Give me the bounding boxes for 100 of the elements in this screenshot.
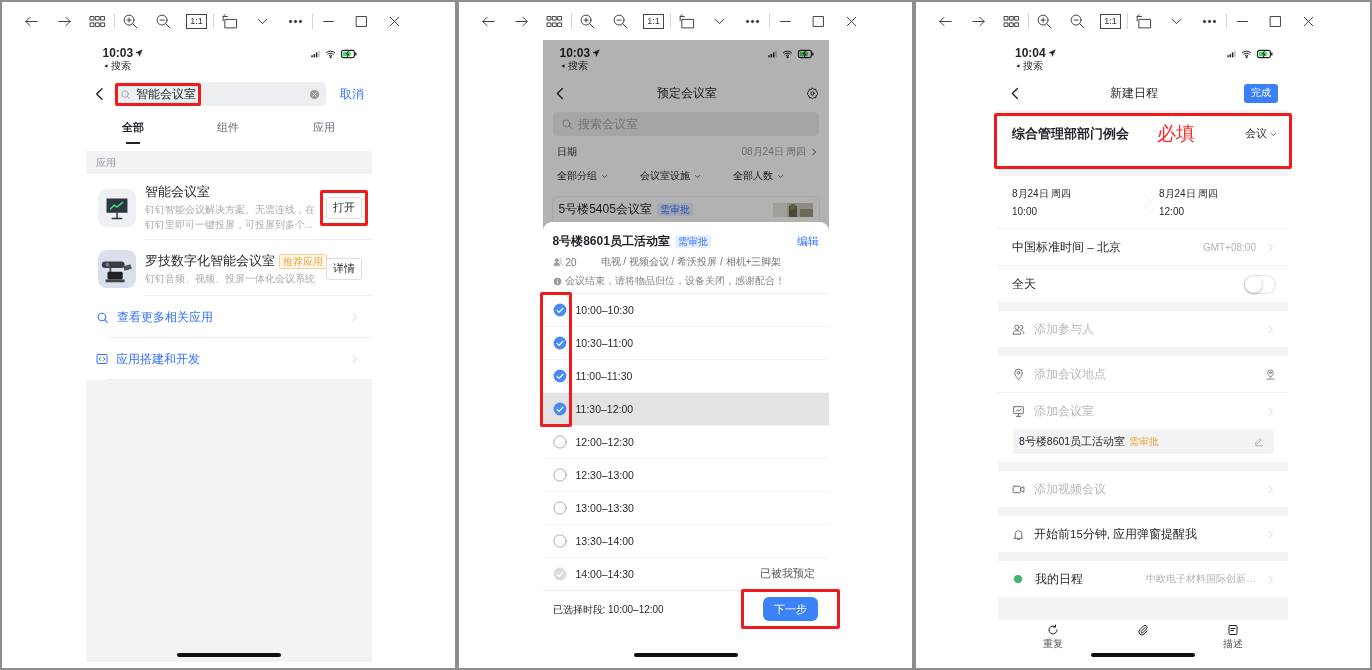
- back-to-app-link[interactable]: 搜索: [567, 60, 588, 72]
- location-arrow-icon: [592, 49, 601, 57]
- next-button[interactable]: 下一步: [762, 597, 818, 621]
- back-triangle-icon: [102, 63, 109, 69]
- page-title: 新建日程: [1109, 84, 1158, 102]
- zoom-in-icon[interactable]: [579, 12, 596, 30]
- room-chip[interactable]: 8号楼8601员工活动室 需审批: [1013, 429, 1274, 454]
- approval-label: 需审批: [1129, 434, 1161, 449]
- tab[interactable]: 全部: [85, 110, 181, 146]
- app-title: 智能会议室: [144, 184, 210, 201]
- back-to-app-link[interactable]: 搜索: [1023, 60, 1043, 72]
- search-icon: [560, 118, 573, 130]
- zoom-out-icon[interactable]: [1069, 12, 1086, 30]
- time-text[interactable]: 12:00: [1159, 206, 1288, 217]
- paperclip-icon[interactable]: [1137, 624, 1149, 636]
- battery-icon: [339, 49, 358, 59]
- edit-pencil-icon: [1254, 436, 1264, 447]
- settings-icon[interactable]: [805, 86, 819, 100]
- clear-icon[interactable]: [308, 88, 320, 100]
- actual-size-button[interactable]: 1:1: [186, 13, 207, 29]
- actual-size-button[interactable]: 1:1: [1100, 13, 1121, 29]
- wifi-icon: [1241, 49, 1252, 59]
- event-title[interactable]: 综合管理部部门例会: [1012, 125, 1129, 143]
- row-label[interactable]: 开始前15分钟, 应用弹窗提醒我: [1034, 526, 1256, 542]
- toolbar-label[interactable]: 描述: [1223, 637, 1243, 651]
- status-time: 10:04: [1015, 46, 1046, 60]
- room-name: 5号楼5405会议室: [558, 201, 652, 218]
- date-text[interactable]: 8月24日 周四: [1012, 187, 1141, 201]
- rotate-icon[interactable]: [221, 12, 238, 30]
- time-slot[interactable]: 10:00–10:30: [542, 294, 829, 327]
- facilities: 电视 / 视频会议 / 希沃投屏 / 相机+三脚架: [600, 255, 782, 269]
- rotate-icon[interactable]: [678, 12, 695, 30]
- note-icon[interactable]: [1227, 624, 1239, 636]
- search-icon: [119, 88, 131, 100]
- signal-icon: [309, 49, 321, 59]
- toggle-switch[interactable]: [1244, 274, 1276, 294]
- timezone-label: 中国标准时间 – 北京: [1012, 239, 1122, 255]
- tab[interactable]: 组件: [180, 110, 277, 146]
- time-slot[interactable]: 13:00–13:30: [542, 492, 829, 525]
- chevron-right-icon: [1265, 528, 1276, 540]
- monitor-icon: [1012, 404, 1025, 418]
- tab[interactable]: 应用: [276, 110, 372, 146]
- app-action-button[interactable]: 打开: [325, 197, 362, 219]
- notice-text: 会议结束，请将物品归位，设备关闭，感谢配合！: [564, 274, 785, 288]
- search-icon: [95, 310, 109, 324]
- battery-icon: [796, 49, 815, 59]
- location-arrow-icon: [1047, 49, 1056, 57]
- calendar-value: 中欧电子材料国际创新…: [1146, 572, 1256, 586]
- time-slot[interactable]: 12:00–12:30: [542, 426, 829, 459]
- done-button[interactable]: 完成: [1244, 83, 1278, 103]
- tag-badge: 需审批: [656, 203, 693, 216]
- time-slot[interactable]: 10:30–11:00: [542, 327, 829, 360]
- battery-icon: [1256, 49, 1274, 59]
- bell-icon: [1012, 527, 1025, 541]
- required-note: 必填: [1157, 122, 1195, 146]
- app-action-button[interactable]: 详情: [325, 258, 362, 280]
- zoom-out-icon[interactable]: [155, 12, 172, 30]
- status-time: 10:03: [559, 46, 591, 60]
- time-slot[interactable]: 11:30–12:00: [542, 393, 829, 426]
- back-triangle-icon: [1015, 63, 1021, 69]
- filter-dropdown[interactable]: 会议室设施: [632, 169, 709, 183]
- time-slot[interactable]: 12:30–13:00: [542, 459, 829, 492]
- room-name: 8号楼8601员工活动室: [552, 233, 670, 250]
- signal-icon: [1226, 49, 1237, 59]
- link[interactable]: 查看更多相关应用: [116, 308, 341, 326]
- all-day-label: 全天: [1012, 276, 1037, 292]
- people-icon: [552, 257, 563, 267]
- date-text[interactable]: 8月24日 周四: [1159, 187, 1288, 201]
- filter-dropdown[interactable]: 全部分组: [556, 169, 633, 183]
- status-time: 10:03: [102, 46, 134, 60]
- code-icon: [95, 353, 108, 365]
- cancel-link[interactable]: 取消: [331, 85, 364, 103]
- location-arrow-icon: [135, 49, 144, 57]
- zoom-in-icon[interactable]: [1036, 12, 1053, 30]
- time-text[interactable]: 10:00: [1012, 206, 1141, 217]
- zoom-in-icon[interactable]: [122, 12, 139, 30]
- link[interactable]: 应用搭建和开发: [115, 350, 341, 368]
- signal-icon: [766, 49, 778, 59]
- zoom-out-icon[interactable]: [612, 12, 629, 30]
- monitor-chart-icon: [97, 189, 136, 227]
- type-dropdown[interactable]: 会议: [1245, 127, 1278, 141]
- search-field[interactable]: 智能会议室: [113, 82, 326, 106]
- toolbar-label[interactable]: 重复: [1043, 637, 1063, 651]
- tag-badge: 需审批: [674, 235, 711, 248]
- filter-dropdown[interactable]: 全部人数: [708, 169, 815, 183]
- repeat-icon[interactable]: [1047, 624, 1059, 636]
- wifi-icon: [781, 49, 793, 59]
- selection-summary: 已选择时段: 10:00–12:00: [552, 603, 664, 617]
- info-icon: [552, 276, 562, 286]
- time-slot[interactable]: 14:00–14:30 已被我预定: [542, 558, 829, 590]
- edit-link[interactable]: 编辑: [796, 234, 819, 249]
- back-to-app-link[interactable]: 搜索: [110, 60, 131, 72]
- page-title: 预定会议室: [656, 84, 717, 102]
- time-slot[interactable]: 13:30–14:00: [542, 525, 829, 558]
- tag-badge: 推荐应用: [278, 253, 327, 269]
- back-triangle-icon: [559, 63, 566, 69]
- rotate-icon[interactable]: [1135, 12, 1152, 30]
- calendar-name: 我的日程: [1035, 571, 1084, 587]
- chevron-right-icon: [1265, 323, 1276, 335]
- actual-size-button[interactable]: 1:1: [643, 13, 664, 29]
